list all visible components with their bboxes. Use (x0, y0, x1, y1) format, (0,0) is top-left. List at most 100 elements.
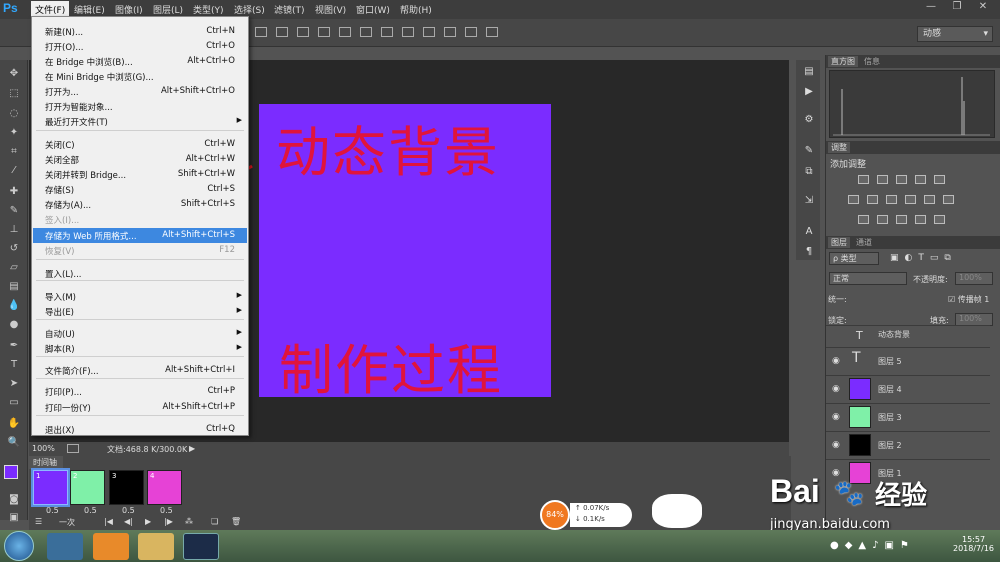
first-frame-icon[interactable]: |◀ (104, 517, 113, 526)
propagate-frame-checkbox[interactable]: ☑ 传播帧 1 (948, 294, 989, 305)
type-filter-icon[interactable]: T (918, 253, 924, 263)
hue-sat-icon[interactable] (848, 195, 859, 204)
menu-item-import[interactable]: 导入(M) ▶ (33, 289, 247, 304)
selective-color-icon[interactable] (934, 215, 945, 224)
menu-item-place[interactable]: 置入(L)... (33, 266, 247, 281)
magic-wand-icon[interactable]: ✦ (5, 125, 23, 141)
layer-kind-filter[interactable]: ρ 类型 (829, 252, 879, 265)
bw-icon[interactable] (886, 195, 897, 204)
tab-layers[interactable]: 图层 (828, 237, 850, 248)
system-tray-icons[interactable]: ●◆▲♪▣⚑ (830, 540, 915, 551)
tool-presets-icon[interactable]: ⇲ (802, 195, 816, 209)
menu-type[interactable]: 类型(Y) (193, 3, 224, 16)
threshold-icon[interactable] (896, 215, 907, 224)
close-button[interactable]: ✕ (972, 1, 994, 15)
eyedropper-icon[interactable]: ⁄ (5, 163, 23, 179)
tab-histogram[interactable]: 直方图 (828, 56, 858, 67)
menu-item-print-one[interactable]: 打印一份(Y) Alt+Shift+Ctrl+P (33, 400, 247, 415)
frame-delay[interactable]: 0.5 (160, 506, 173, 515)
color-lookup-icon[interactable] (943, 195, 954, 204)
menu-item-close-go-bridge[interactable]: 关闭并转到 Bridge... Shift+Ctrl+W (33, 167, 247, 182)
visibility-eye-icon[interactable]: ◉ (832, 384, 840, 394)
menu-select[interactable]: 选择(S) (234, 3, 265, 16)
menu-item-open-smart-object[interactable]: 打开为智能对象... (33, 99, 247, 114)
distribute-icon[interactable] (423, 27, 435, 37)
status-info-icon[interactable] (67, 444, 79, 453)
distribute-icon[interactable] (465, 27, 477, 37)
dodge-tool-icon[interactable]: ● (5, 317, 23, 333)
clone-panel-icon[interactable]: ⧉ (802, 166, 816, 180)
timeline-tab[interactable]: 时间轴 (29, 456, 63, 469)
clock[interactable]: 15:57 2018/7/16 (953, 535, 994, 553)
menu-item-file-info[interactable]: 文件简介(F)... Alt+Shift+Ctrl+I (33, 363, 247, 378)
shape-filter-icon[interactable]: ▭ (930, 253, 939, 263)
delete-frame-icon[interactable]: 🗑 (231, 517, 241, 526)
type-tool-icon[interactable]: T (5, 357, 23, 373)
canvas[interactable]: 动态背景 制作过程 (259, 104, 551, 402)
blend-mode-select[interactable]: 正常 (829, 272, 907, 285)
tab-adjustments[interactable]: 调整 (828, 142, 850, 153)
menu-item-exit[interactable]: 退出(X) Ctrl+Q (33, 422, 247, 437)
menu-image[interactable]: 图像(I) (115, 3, 143, 16)
move-tool-icon[interactable]: ✥ (5, 66, 23, 82)
brush-panel-icon[interactable]: ✎ (802, 145, 816, 159)
align-icon[interactable] (255, 27, 267, 37)
exposure-icon[interactable] (915, 175, 926, 184)
shape-tool-icon[interactable]: ▭ (5, 395, 23, 411)
menu-item-open-as[interactable]: 打开为... Alt+Shift+Ctrl+O (33, 84, 247, 99)
menu-filter[interactable]: 滤镜(T) (274, 3, 305, 16)
layer-row[interactable]: T 动态背景 (826, 325, 990, 347)
menu-item-open[interactable]: 打开(O)... Ctrl+O (33, 39, 247, 54)
color-balance-icon[interactable] (867, 195, 878, 204)
restore-button[interactable]: ❐ (946, 1, 968, 15)
menu-item-automate[interactable]: 自动(U) ▶ (33, 326, 247, 341)
invert-icon[interactable] (858, 215, 869, 224)
menu-item-save-for-web[interactable]: 存储为 Web 所用格式... Alt+Shift+Ctrl+S (33, 228, 247, 243)
menu-item-recent-files[interactable]: 最近打开文件(T) ▶ (33, 114, 247, 129)
distribute-icon[interactable] (444, 27, 456, 37)
vibrance-icon[interactable] (934, 175, 945, 184)
frame-delay[interactable]: 0.5 (46, 506, 59, 515)
taskbar-photoshop-icon[interactable] (183, 533, 219, 560)
align-icon[interactable] (276, 27, 288, 37)
distribute-icon[interactable] (486, 27, 498, 37)
network-speed-widget[interactable]: 84% ↑ 0.07K/s ↓ 0.1K/s (540, 500, 632, 530)
duplicate-frame-icon[interactable]: ❏ (211, 517, 218, 526)
menu-help[interactable]: 帮助(H) (400, 3, 432, 16)
history-panel-icon[interactable]: ▤ (802, 66, 816, 80)
prev-frame-icon[interactable]: ◀| (124, 517, 133, 526)
menu-item-browse-bridge[interactable]: 在 Bridge 中浏览(B)... Alt+Ctrl+O (33, 54, 247, 69)
menu-view[interactable]: 视图(V) (315, 3, 346, 16)
foreground-color-swatch[interactable] (4, 465, 18, 479)
blur-tool-icon[interactable]: 💧 (5, 298, 23, 314)
zoom-level[interactable]: 100% (32, 444, 55, 453)
frame-delay[interactable]: 0.5 (122, 506, 135, 515)
channel-mixer-icon[interactable] (924, 195, 935, 204)
paragraph-panel-icon[interactable]: ¶ (802, 246, 816, 260)
menu-item-export[interactable]: 导出(E) ▶ (33, 304, 247, 319)
status-arrow-icon[interactable]: ▶ (189, 444, 195, 453)
crop-tool-icon[interactable]: ⌗ (5, 144, 23, 160)
layer-row[interactable] (826, 347, 990, 375)
brightness-icon[interactable] (858, 175, 869, 184)
distribute-icon[interactable] (381, 27, 393, 37)
actions-panel-icon[interactable]: ▶ (802, 86, 816, 100)
brush-tool-icon[interactable]: ✎ (5, 203, 23, 219)
smart-filter-icon[interactable]: ⧉ (944, 253, 950, 263)
properties-panel-icon[interactable]: ⚙ (802, 114, 816, 128)
menu-window[interactable]: 窗口(W) (356, 3, 390, 16)
lasso-tool-icon[interactable]: ◌ (5, 106, 23, 122)
opacity-field[interactable]: 100% (955, 272, 993, 285)
taskbar-ie-icon[interactable] (47, 533, 83, 560)
character-panel-icon[interactable]: A (802, 226, 816, 240)
levels-icon[interactable] (877, 175, 888, 184)
play-icon[interactable]: ▶ (145, 517, 151, 526)
posterize-icon[interactable] (877, 215, 888, 224)
tab-info[interactable]: 信息 (864, 56, 880, 67)
workspace-preset-select[interactable]: 动感 ▾ (917, 26, 993, 42)
visibility-eye-icon[interactable]: ◉ (832, 440, 840, 450)
next-frame-icon[interactable]: |▶ (164, 517, 173, 526)
photo-filter-icon[interactable] (905, 195, 916, 204)
tab-channels[interactable]: 通道 (856, 237, 872, 248)
eraser-icon[interactable]: ▱ (5, 260, 23, 276)
